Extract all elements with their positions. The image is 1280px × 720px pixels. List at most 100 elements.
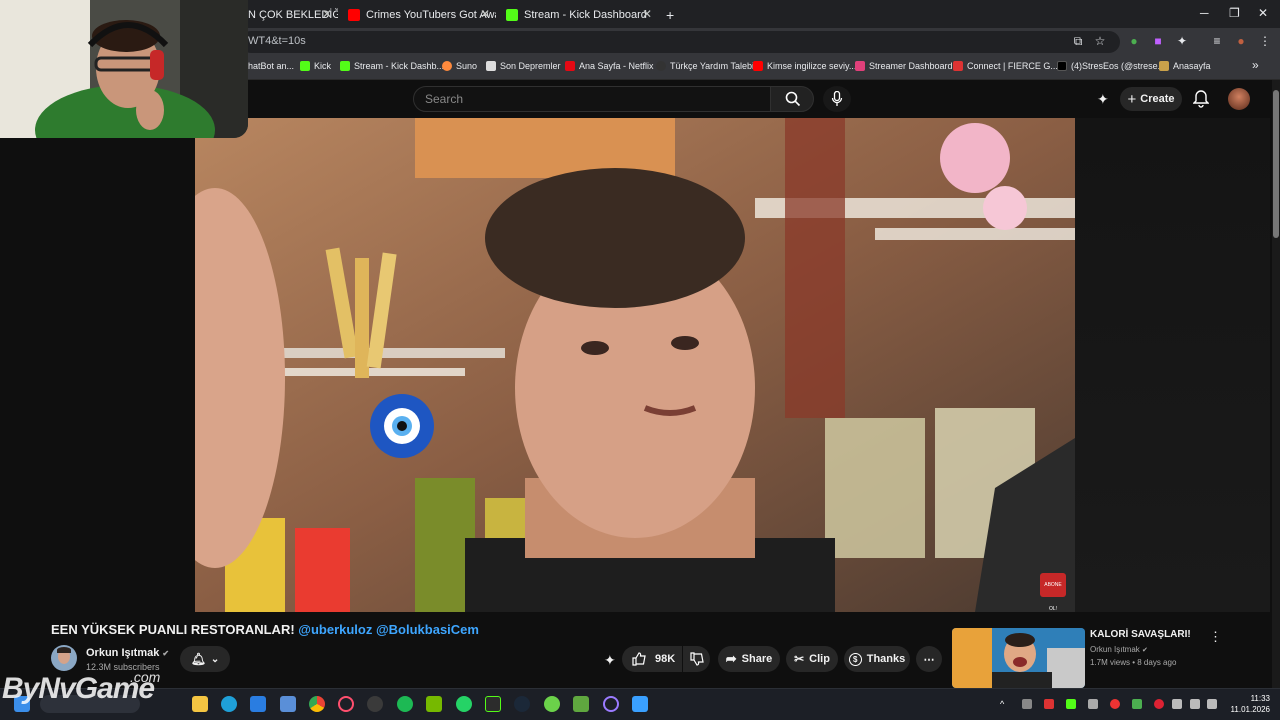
bookmark-item[interactable]: Stream - Kick Dashb... xyxy=(340,61,444,71)
spotify-icon[interactable] xyxy=(397,696,413,712)
share-button[interactable]: ➦ Share xyxy=(718,646,780,672)
store-icon[interactable] xyxy=(250,696,266,712)
volume-icon[interactable] xyxy=(1207,699,1217,709)
tray-chevron-icon[interactable]: ^ xyxy=(1000,699,1010,709)
recommended-thumbnail[interactable] xyxy=(952,628,1085,688)
scissors-icon: ✂ xyxy=(794,652,805,666)
suno-icon xyxy=(442,61,452,71)
webcam-overlay xyxy=(0,0,248,138)
display-icon[interactable] xyxy=(1190,699,1200,709)
bookmark-item[interactable]: Anasayfa xyxy=(1159,61,1211,71)
channel-avatar[interactable] xyxy=(51,645,77,671)
bookmark-item[interactable]: Suno xyxy=(442,61,477,71)
thumbs-up-icon xyxy=(632,652,646,666)
tray-icon[interactable] xyxy=(1044,699,1054,709)
media-icon[interactable]: ≡ xyxy=(1210,34,1224,48)
dashboard-icon xyxy=(855,61,865,71)
window-close-icon[interactable]: ✕ xyxy=(1258,6,1268,20)
notifications-bell-icon[interactable] xyxy=(1193,90,1209,108)
search-icon xyxy=(785,91,801,107)
tray-icon[interactable] xyxy=(1110,699,1120,709)
profile-avatar[interactable]: ● xyxy=(1234,34,1248,48)
page-icon xyxy=(953,61,963,71)
app-icon[interactable] xyxy=(544,696,560,712)
channel-name-text: Orkun Işıtmak xyxy=(86,647,160,659)
address-bar[interactable] xyxy=(240,31,1120,53)
bookmark-item[interactable]: Ana Sayfa - Netflix xyxy=(565,61,654,71)
tab-2[interactable]: Crimes YouTubers Got Away W ✕ xyxy=(348,3,496,27)
close-icon[interactable]: ✕ xyxy=(480,7,490,21)
recommended-channel[interactable]: Orkun Işıtmak ✔ xyxy=(1090,645,1148,654)
subscribe-badge[interactable]: ABONE OL! xyxy=(1040,573,1066,612)
mention-link[interactable]: @BolukbasiCem xyxy=(376,622,479,637)
microphone-icon[interactable] xyxy=(1172,699,1182,709)
thanks-button[interactable]: $ Thanks xyxy=(844,646,910,672)
bookmark-item[interactable]: Türkçe Yardım Talebi xyxy=(656,61,754,71)
more-actions-button[interactable]: ⋯ xyxy=(916,646,942,672)
voice-search-button[interactable] xyxy=(823,86,851,112)
taskbar-clock[interactable]: 11:33 11.01.2026 xyxy=(1226,693,1270,715)
like-button[interactable]: 98K xyxy=(622,646,682,672)
minecraft-icon[interactable] xyxy=(573,696,589,712)
install-icon[interactable]: ⧉ xyxy=(1071,34,1085,48)
search-button[interactable] xyxy=(770,86,814,112)
create-button[interactable]: + Create xyxy=(1120,87,1182,111)
bookmark-item[interactable]: Connect | FIERCE G... xyxy=(953,61,1058,71)
notifications-subscribed-button[interactable]: 🔔︎ ⌄ xyxy=(180,646,230,672)
tray-icon[interactable] xyxy=(1088,699,1098,709)
restore-icon[interactable]: ❐ xyxy=(1229,6,1240,20)
edge-icon[interactable] xyxy=(221,696,237,712)
account-avatar[interactable] xyxy=(1228,88,1250,110)
app-icon[interactable] xyxy=(632,696,648,712)
bookmark-label: Kick xyxy=(314,61,332,71)
channel-name[interactable]: Orkun Işıtmak ✔ xyxy=(86,647,169,659)
close-icon[interactable]: ✕ xyxy=(642,7,652,21)
app-icon[interactable] xyxy=(338,696,354,712)
tab-3[interactable]: Stream - Kick Dashboard ✕ xyxy=(506,3,658,27)
clip-button[interactable]: ✂ Clip xyxy=(786,646,838,672)
scrollbar-thumb[interactable] xyxy=(1273,90,1279,238)
bookmark-item[interactable]: Son Depremler xyxy=(486,61,561,71)
extension-icon[interactable]: ■ xyxy=(1151,34,1165,48)
search-input[interactable]: Search xyxy=(413,86,771,112)
bookmark-item[interactable]: Kick xyxy=(300,61,331,71)
recommended-title[interactable]: KALORİ SAVAŞLARI! xyxy=(1090,629,1191,640)
chrome-menu-icon[interactable]: ⋮ xyxy=(1258,34,1272,48)
like-count: 98K xyxy=(655,653,676,665)
nvidia-icon[interactable] xyxy=(426,696,442,712)
tray-icon[interactable] xyxy=(1154,699,1164,709)
tray-icon[interactable] xyxy=(1066,699,1076,709)
chrome-icon[interactable] xyxy=(309,696,325,712)
bookmark-item[interactable]: Kimse ingilizce seviy... xyxy=(753,61,856,71)
tray-icon[interactable] xyxy=(1022,699,1032,709)
ai-sparkle-icon[interactable]: ✦ xyxy=(1097,91,1109,108)
mention-link[interactable]: @uberkuloz xyxy=(298,622,372,637)
video-title: EEN YÜKSEK PUANLI RESTORANLAR! @uberkulo… xyxy=(51,622,479,637)
bookmark-item[interactable]: Streamer Dashboard xyxy=(855,61,953,71)
minimize-icon[interactable]: ─ xyxy=(1200,6,1209,20)
bookmark-star-icon[interactable]: ☆ xyxy=(1093,34,1107,48)
new-tab-button[interactable]: + xyxy=(666,3,674,27)
bookmarks-more-button[interactable]: » xyxy=(1252,58,1259,72)
bookmark-item[interactable]: hatBot an... xyxy=(248,61,294,71)
extension-icon[interactable]: ● xyxy=(1127,34,1141,48)
app-icon[interactable] xyxy=(485,696,501,712)
bookmark-item[interactable]: (4)StresEos (@strese... xyxy=(1057,61,1165,71)
steam-icon[interactable] xyxy=(514,696,530,712)
ai-sparkle-icon[interactable]: ✦ xyxy=(604,652,616,669)
video-player[interactable]: ABONE OL! xyxy=(195,118,1075,612)
app-icon[interactable] xyxy=(603,696,619,712)
bookmark-label: Stream - Kick Dashb... xyxy=(354,61,445,71)
thumbnail-image xyxy=(952,628,1085,688)
tab-2-label: Crimes YouTubers Got Away W xyxy=(366,9,496,21)
tab-1[interactable]: N ÇOK BEKLEDİĞİM ✕ xyxy=(248,3,338,27)
recommended-more-icon[interactable]: ⋮ xyxy=(1209,629,1222,645)
file-explorer-icon[interactable] xyxy=(192,696,208,712)
close-icon[interactable]: ✕ xyxy=(322,7,332,21)
whatsapp-icon[interactable] xyxy=(456,696,472,712)
extensions-puzzle-icon[interactable]: ✦ xyxy=(1175,34,1189,48)
dislike-button[interactable] xyxy=(683,646,710,672)
obs-icon[interactable] xyxy=(367,696,383,712)
tray-icon[interactable] xyxy=(1132,699,1142,709)
app-icon[interactable] xyxy=(280,696,296,712)
